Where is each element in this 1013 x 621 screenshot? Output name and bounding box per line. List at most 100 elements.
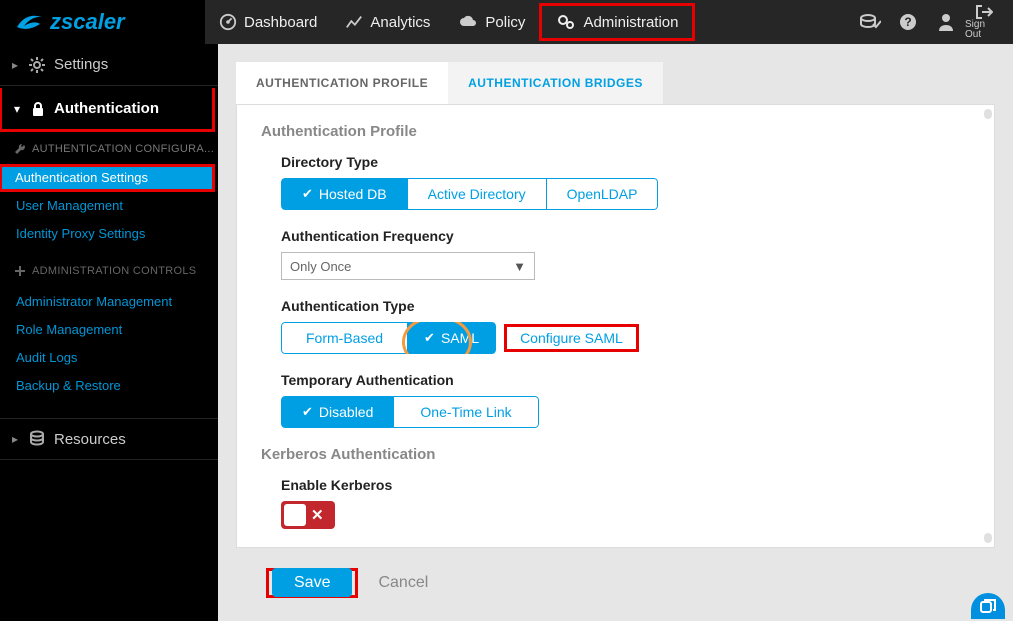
auth-frequency-label: Authentication Frequency	[281, 228, 970, 244]
chevron-right-icon: ▸	[12, 432, 26, 446]
sidebar-item-audit-logs[interactable]: Audit Logs	[0, 344, 218, 372]
kerberos-label: Enable Kerberos	[281, 477, 970, 493]
auth-type-form-based[interactable]: Form-Based	[281, 322, 408, 354]
directory-type-block: Directory Type ✔ Hosted DB Active Directo…	[261, 154, 970, 210]
auth-type-group: Form-Based ✔ SAML	[281, 322, 496, 354]
section-kerberos-title: Kerberos Authentication	[261, 446, 970, 463]
wrench-icon	[14, 143, 26, 155]
sidebar-item-auth-settings[interactable]: Authentication Settings	[0, 164, 215, 192]
form-based-label: Form-Based	[306, 330, 383, 346]
dir-option-active-directory[interactable]: Active Directory	[408, 178, 547, 210]
check-icon: ✔	[302, 404, 313, 420]
nav-dashboard-label: Dashboard	[244, 14, 317, 31]
sidebar-item-role-mgmt[interactable]: Role Management	[0, 316, 218, 344]
temp-disabled-label: Disabled	[319, 404, 373, 420]
dropdown-caret-icon: ▼	[513, 259, 526, 274]
help-icon[interactable]: ?	[889, 0, 927, 44]
administration-gears-icon	[556, 13, 576, 31]
auth-frequency-select[interactable]: Only Once ▼	[281, 252, 535, 280]
main-nav: Dashboard Analytics Policy Administratio…	[205, 0, 695, 44]
tab-auth-bridges[interactable]: AUTHENTICATION BRIDGES	[448, 62, 663, 104]
tab-auth-bridges-label: AUTHENTICATION BRIDGES	[468, 76, 643, 90]
scrollbar-bottom[interactable]	[982, 105, 992, 547]
nav-dashboard[interactable]: Dashboard	[205, 0, 331, 44]
nav-policy-label: Policy	[485, 14, 525, 31]
temp-auth-disabled[interactable]: ✔ Disabled	[281, 396, 394, 428]
hosted-db-label: Hosted DB	[319, 186, 387, 202]
temp-auth-group: ✔ Disabled One-Time Link	[281, 396, 539, 428]
toggle-knob	[284, 504, 306, 526]
save-highlight: Save	[266, 568, 358, 598]
tab-auth-profile-label: AUTHENTICATION PROFILE	[256, 76, 428, 90]
chevron-right-icon: ▸	[12, 58, 26, 72]
identity-proxy-label: Identity Proxy Settings	[16, 226, 145, 241]
kerberos-toggle[interactable]: ✕	[281, 501, 335, 529]
tab-auth-profile[interactable]: AUTHENTICATION PROFILE	[236, 62, 448, 104]
sidebar-item-admin-mgmt[interactable]: Administrator Management	[0, 288, 218, 316]
analytics-icon	[345, 13, 363, 31]
active-directory-label: Active Directory	[428, 186, 526, 202]
nav-analytics-label: Analytics	[370, 14, 430, 31]
lock-icon	[30, 101, 46, 117]
check-icon: ✔	[424, 330, 435, 346]
openldap-label: OpenLDAP	[567, 186, 638, 202]
directory-type-group: ✔ Hosted DB Active Directory OpenLDAP	[281, 178, 658, 210]
database-icon	[28, 430, 46, 448]
auth-type-block: Authentication Type Form-Based ✔ SAML Con…	[261, 298, 970, 354]
save-button[interactable]: Save	[272, 568, 352, 597]
saml-label: SAML	[441, 330, 479, 346]
sidebar-settings-label: Settings	[54, 56, 108, 73]
auth-frequency-value: Only Once	[290, 259, 351, 274]
gear-icon	[28, 56, 46, 74]
footer-actions: Save Cancel	[236, 558, 995, 608]
chevron-down-icon: ▾	[14, 102, 28, 116]
toggle-off-x-icon: ✕	[311, 506, 324, 524]
brand-text: zscaler	[50, 9, 125, 35]
admin-mgmt-label: Administrator Management	[16, 294, 172, 309]
sidebar: ▸ Settings ▾ Authentication AUTHENTICATI…	[0, 44, 218, 621]
cancel-button[interactable]: Cancel	[378, 574, 428, 592]
signout-button[interactable]: Sign Out	[965, 0, 1003, 44]
dir-option-hosted-db[interactable]: ✔ Hosted DB	[281, 178, 408, 210]
sidebar-item-backup-restore[interactable]: Backup & Restore	[0, 372, 218, 400]
auth-config-head-label: AUTHENTICATION CONFIGURA...	[32, 143, 214, 155]
kerberos-block: Enable Kerberos ✕	[261, 477, 970, 529]
zscaler-logo-icon	[14, 12, 44, 32]
main-panel: Authentication Profile Directory Type ✔H…	[236, 104, 995, 548]
sidebar-authentication[interactable]: ▾ Authentication	[0, 88, 215, 132]
nav-administration-label: Administration	[583, 14, 678, 31]
temp-auth-onetime[interactable]: One-Time Link	[394, 396, 538, 428]
auth-settings-label: Authentication Settings	[15, 170, 148, 185]
sidebar-item-user-mgmt[interactable]: User Management	[0, 192, 218, 220]
controls-icon	[14, 265, 26, 277]
dir-option-openldap[interactable]: OpenLDAP	[547, 178, 659, 210]
floating-action-icon[interactable]	[971, 593, 1005, 619]
backup-restore-label: Backup & Restore	[16, 378, 121, 393]
activation-icon[interactable]	[851, 0, 889, 44]
brand-logo: zscaler	[0, 0, 205, 44]
dashboard-icon	[219, 13, 237, 31]
sidebar-resources[interactable]: ▸ Resources	[0, 418, 218, 460]
user-icon[interactable]	[927, 0, 965, 44]
audit-logs-label: Audit Logs	[16, 350, 77, 365]
policy-cloud-icon	[458, 14, 478, 30]
signout-label: Sign Out	[965, 20, 1003, 40]
sidebar-resources-label: Resources	[54, 431, 126, 448]
sidebar-admin-controls-head: ADMINISTRATION CONTROLS	[0, 254, 218, 288]
auth-type-label: Authentication Type	[281, 298, 970, 314]
onetime-link-label: One-Time Link	[420, 404, 511, 420]
svg-text:?: ?	[904, 15, 911, 29]
check-icon: ✔	[302, 186, 313, 202]
configure-saml-link[interactable]: Configure SAML	[510, 324, 633, 352]
sidebar-item-identity-proxy[interactable]: Identity Proxy Settings	[0, 220, 218, 248]
temp-auth-block: Temporary Authentication ✔Disabled One-T…	[261, 372, 970, 428]
top-right-icons: ? Sign Out	[851, 0, 1013, 44]
directory-type-label: Directory Type	[281, 154, 970, 170]
content-tabs: AUTHENTICATION PROFILE AUTHENTICATION BR…	[236, 62, 995, 104]
auth-type-saml[interactable]: ✔ SAML	[408, 322, 496, 354]
nav-administration[interactable]: Administration	[539, 3, 695, 41]
role-mgmt-label: Role Management	[16, 322, 122, 337]
nav-analytics[interactable]: Analytics	[331, 0, 444, 44]
sidebar-settings[interactable]: ▸ Settings	[0, 44, 218, 86]
nav-policy[interactable]: Policy	[444, 0, 539, 44]
